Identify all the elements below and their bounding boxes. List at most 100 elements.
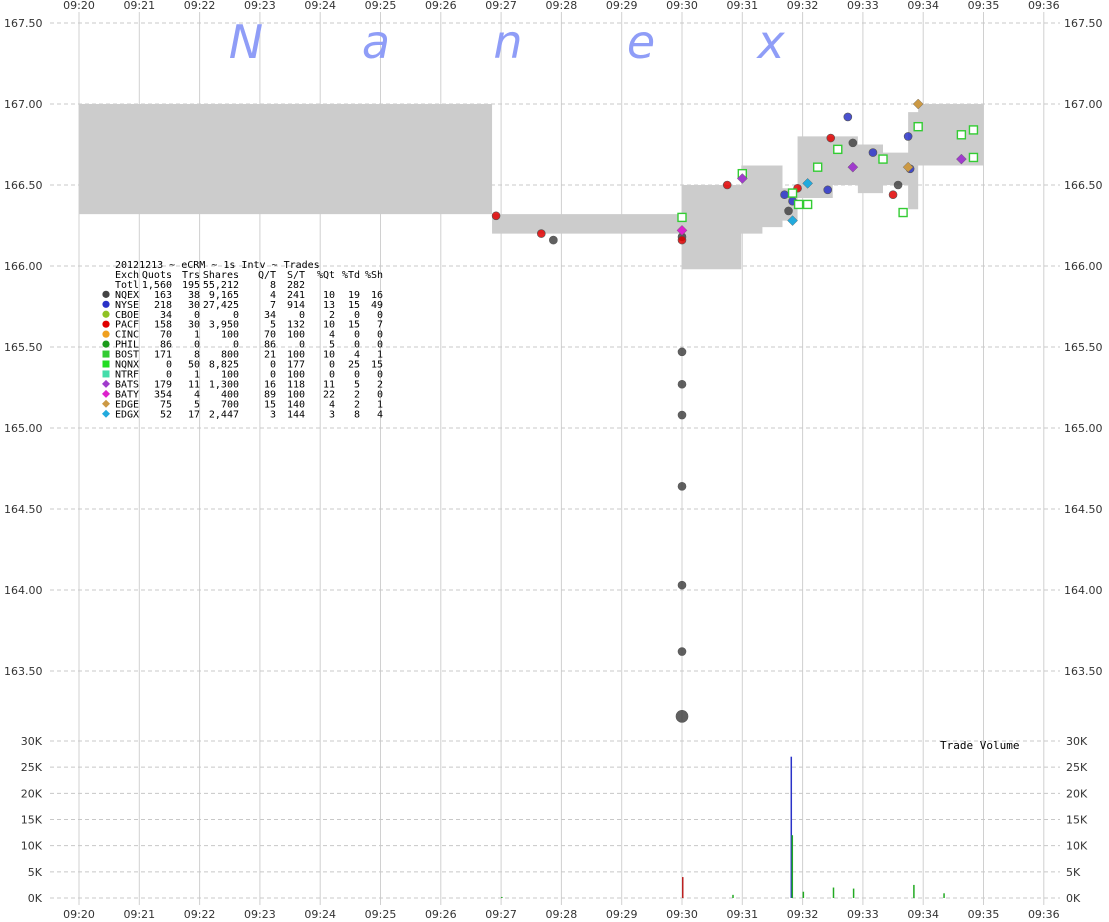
trade-marker-bost [878, 154, 888, 164]
watermark-letter: e [627, 15, 655, 69]
volume-tick-label-right: 0K [1066, 892, 1081, 905]
x-tick-label-bottom: 09:24 [304, 908, 336, 921]
x-tick-label-bottom: 09:30 [666, 908, 698, 921]
x-tick-label-top: 09:26 [425, 0, 457, 12]
x-tick-label-bottom: 09:23 [244, 908, 276, 921]
legend-swatch-bost [102, 350, 110, 358]
legend-swatch-nyse [102, 300, 110, 308]
table-cell: EDGX [115, 409, 139, 420]
price-tick-label-left: 166.00 [4, 260, 43, 273]
volume-tick-label-right: 15K [1066, 814, 1088, 827]
trade-marker-nyse [903, 132, 913, 141]
trade-marker-bost [968, 152, 979, 163]
watermark-letter: n [493, 15, 522, 69]
table-cell: 3 [329, 409, 335, 420]
trade-marker-nqex [677, 379, 687, 389]
trade-marker-bost [956, 130, 967, 140]
legend-swatch-cinc [102, 330, 110, 338]
table-cell: 3 [270, 409, 276, 420]
trade-marker-nqex [677, 580, 687, 590]
trade-marker-pacf [722, 180, 732, 190]
x-tick-label-bottom: 09:32 [787, 908, 819, 921]
trade-marker-nqex [549, 235, 558, 245]
legend-swatch-nqex [102, 290, 110, 298]
trade-marker-nqex [893, 180, 903, 190]
x-tick-label-top: 09:36 [1028, 0, 1060, 12]
x-tick-label-bottom: 09:26 [425, 908, 457, 921]
trade-marker-bost [812, 162, 823, 172]
x-tick-label-bottom: 09:28 [546, 908, 578, 921]
x-tick-label-top: 09:20 [63, 0, 95, 12]
price-tick-label-left: 165.00 [4, 422, 43, 435]
x-tick-label-bottom: 09:20 [63, 908, 95, 921]
table-cell: 17 [188, 409, 200, 420]
trade-marker-nqex [784, 206, 793, 216]
table-header-7: %Td [342, 270, 360, 281]
x-tick-label-top: 09:30 [666, 0, 698, 12]
trade-marker-nqex [677, 482, 687, 491]
x-tick-label-bottom: 09:35 [968, 908, 1000, 921]
watermark-letter: N [229, 15, 263, 69]
table-cell: 4 [377, 409, 383, 420]
volume-axis-label: Trade Volume [940, 739, 1019, 752]
volume-tick-label-left: 0K [28, 892, 43, 905]
x-tick-label-top: 09:31 [726, 0, 758, 12]
volume-bar [732, 894, 734, 898]
price-tick-label-right: 165.00 [1064, 422, 1103, 435]
volume-tick-label-right: 20K [1066, 787, 1088, 800]
legend-swatch-edgx [102, 409, 110, 418]
volume-tick-label-left: 10K [21, 840, 43, 853]
legend-swatch-edge [102, 399, 110, 408]
trade-marker-nqex [677, 347, 687, 357]
table-cell: 52 [160, 409, 172, 420]
price-tick-label-left: 165.50 [4, 341, 43, 354]
trade-marker-nyse [868, 148, 878, 157]
trade-marker-nqex [677, 647, 687, 656]
trade-marker-nqex [677, 410, 687, 420]
volume-tick-label-left: 25K [21, 761, 43, 774]
watermark-letter: a [362, 15, 390, 69]
trade-marker-bost [787, 188, 798, 198]
price-tick-label-right: 163.50 [1064, 665, 1103, 678]
x-tick-label-bottom: 09:22 [184, 908, 216, 921]
legend-swatch-phil [102, 340, 110, 348]
trade-marker-bost [793, 199, 804, 210]
price-tick-label-right: 167.50 [1064, 17, 1103, 30]
price-tick-label-left: 164.50 [4, 503, 43, 516]
price-tick-label-left: 163.50 [4, 665, 43, 678]
table-cell: 144 [287, 409, 305, 420]
trade-marker-bost [968, 125, 979, 135]
x-tick-label-bottom: 09:21 [123, 908, 155, 921]
price-tick-label-right: 164.50 [1064, 503, 1103, 516]
price-tick-label-right: 167.00 [1064, 98, 1103, 111]
x-tick-label-top: 09:27 [485, 0, 517, 12]
price-tick-label-right: 164.00 [1064, 584, 1103, 597]
x-tick-label-bottom: 09:27 [485, 908, 517, 921]
legend-swatch-bats [102, 379, 110, 388]
nbbo-quote-band [79, 104, 984, 270]
x-tick-label-top: 09:29 [606, 0, 638, 12]
volume-bar [913, 884, 915, 898]
volume-bar [832, 887, 835, 898]
price-tick-label-right: 166.50 [1064, 179, 1103, 192]
volume-bar [791, 835, 794, 898]
trade-marker-bost [913, 121, 923, 132]
x-tick-label-top: 09:34 [907, 0, 939, 12]
trade-marker-pacf [536, 229, 546, 238]
volume-tick-label-right: 30K [1066, 735, 1088, 748]
volume-tick-label-left: 5K [28, 866, 43, 879]
trade-marker-nyse [843, 112, 853, 122]
x-tick-label-top: 09:32 [787, 0, 819, 12]
x-tick-label-top: 09:28 [546, 0, 578, 12]
price-tick-label-left: 167.00 [4, 98, 43, 111]
x-tick-label-bottom: 09:31 [726, 908, 758, 921]
x-tick-label-top: 09:21 [123, 0, 155, 12]
trade-marker-nqex [675, 710, 689, 723]
volume-tick-label-left: 20K [21, 787, 43, 800]
x-tick-label-bottom: 09:33 [847, 908, 879, 921]
volume-bar [802, 891, 805, 898]
x-tick-label-top: 09:22 [184, 0, 216, 12]
price-tick-label-left: 167.50 [4, 17, 43, 30]
x-tick-label-bottom: 09:34 [907, 908, 939, 921]
x-tick-label-top: 09:33 [847, 0, 879, 12]
